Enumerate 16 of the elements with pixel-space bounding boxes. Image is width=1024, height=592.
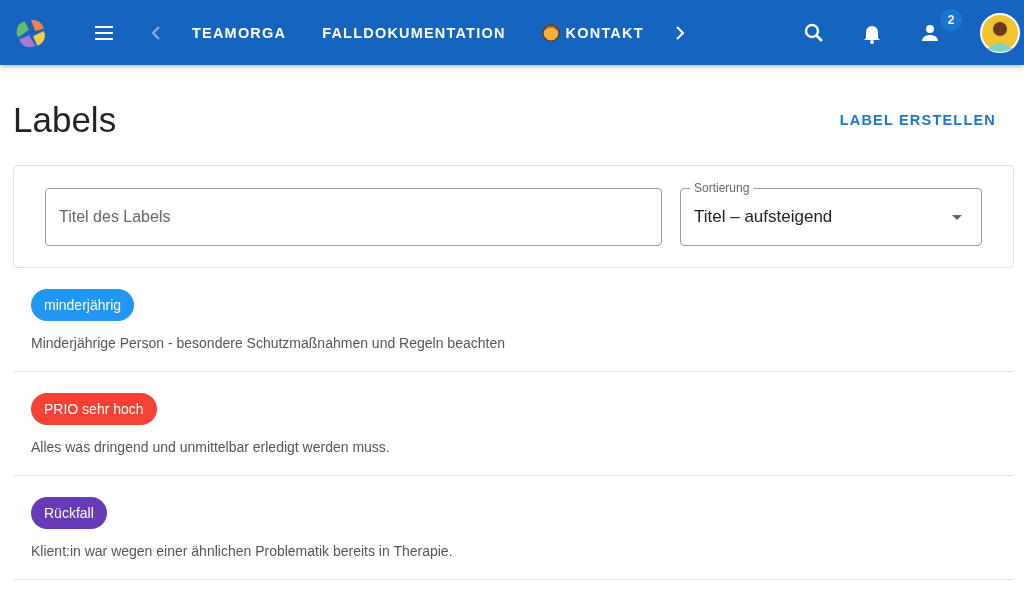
- nav-link[interactable]: FALLDOKUMENTATION: [304, 15, 524, 50]
- label-description: Klient:in war wegen einer ähnlichen Problematik bereits in Therapie.: [31, 543, 454, 559]
- label-description: Minderjährige Person - besondere Schutzmaßnahmen und Regeln beachten: [31, 335, 506, 351]
- avatar[interactable]: [980, 12, 1020, 53]
- caret-icon: [952, 214, 962, 220]
- label-description: Alles was dringend und unmittelbar erledigt werden muss.: [31, 439, 391, 455]
- page-title: Labels: [13, 100, 117, 140]
- notification-badge: 2: [940, 8, 962, 31]
- person-icon: [541, 23, 560, 42]
- title-input-field[interactable]: Titel des Labels: [45, 188, 662, 246]
- create-label-button[interactable]: LABEL ERSTELLEN: [831, 104, 1014, 136]
- nav-link[interactable]: TEAMORGA: [174, 15, 305, 50]
- label-chip[interactable]: PRIO sehr hoch: [31, 393, 157, 425]
- label-chip[interactable]: minderjährig: [31, 289, 135, 321]
- label-chip[interactable]: Rückfall: [31, 497, 107, 529]
- nav-link[interactable]: KONTAKT: [523, 15, 662, 50]
